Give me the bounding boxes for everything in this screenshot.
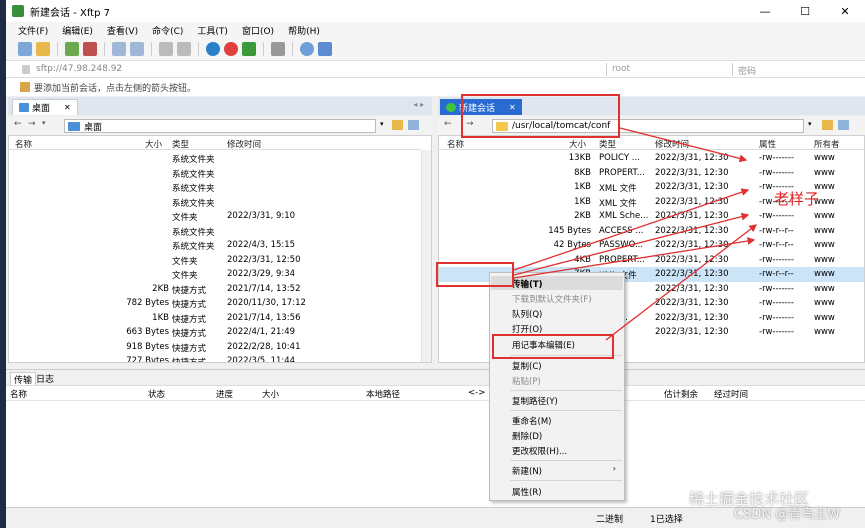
xftp-window: 新建会话 - Xftp 7 — ☐ ✕ 文件(F) 编辑(E) 查看(V) 命令… (0, 0, 865, 528)
annotation-arrows (513, 127, 758, 341)
watermark-csdn: CSDN @青鸟王W (734, 507, 841, 522)
annotation-text: 老样子 (774, 190, 820, 208)
